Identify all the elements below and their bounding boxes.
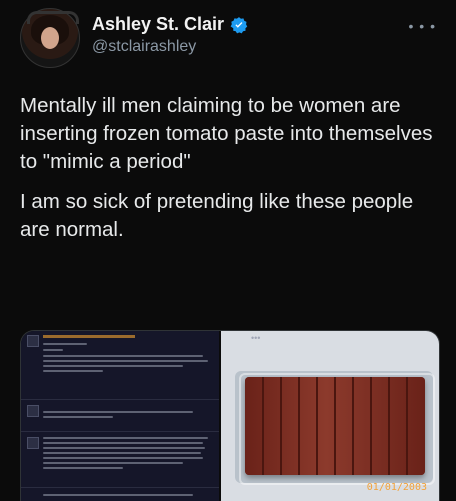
tweet-body: Mentally ill men claiming to be women ar…	[20, 92, 440, 244]
forum-text-line	[43, 349, 63, 351]
forum-screenshot-image[interactable]	[21, 331, 219, 501]
forum-text-line	[43, 370, 103, 372]
forum-post-separator	[21, 487, 219, 488]
forum-text-line	[43, 452, 201, 454]
forum-text-line	[43, 355, 203, 357]
verified-badge-icon	[230, 16, 248, 33]
photo-timestamp: 01/01/2003	[366, 482, 427, 493]
tweet-paragraph-1: Mentally ill men claiming to be women ar…	[20, 94, 433, 173]
forum-post-separator	[21, 431, 219, 432]
tweet-media[interactable]: ••• 01/01/2003	[20, 330, 440, 501]
forum-post-separator	[21, 399, 219, 400]
forum-text-line	[43, 442, 203, 444]
forum-avatar-icon	[27, 405, 39, 417]
forum-avatar-icon	[27, 437, 39, 449]
author-name[interactable]: Ashley St. Clair	[92, 14, 224, 35]
more-options-icon[interactable]: • • •	[409, 18, 436, 34]
forum-text-line	[43, 416, 113, 418]
forum-text-line	[43, 360, 208, 362]
photo-dots: •••	[251, 333, 261, 343]
forum-text-line	[43, 494, 193, 496]
tweet-header: Ashley St. Clair @stclairashley • • •	[0, 0, 456, 80]
avatar-headset	[27, 11, 79, 24]
author-name-row: Ashley St. Clair	[92, 14, 248, 35]
avatar-face	[41, 27, 59, 49]
tomato-paste-photo[interactable]: ••• 01/01/2003	[221, 331, 439, 501]
forum-text-line	[43, 447, 205, 449]
forum-post-title-line	[43, 335, 135, 338]
forum-text-line	[43, 457, 203, 459]
forum-text-line	[43, 437, 208, 439]
author-handle[interactable]: @stclairashley	[92, 38, 196, 56]
forum-text-line	[43, 462, 183, 464]
forum-text-line	[43, 365, 183, 367]
plastic-wrap	[239, 373, 435, 485]
avatar[interactable]	[20, 8, 80, 68]
tweet-paragraph-2: I am so sick of pretending like these pe…	[20, 190, 414, 241]
forum-text-line	[43, 467, 123, 469]
forum-text-line	[43, 343, 87, 345]
forum-text-line	[43, 411, 193, 413]
forum-avatar-icon	[27, 335, 39, 347]
